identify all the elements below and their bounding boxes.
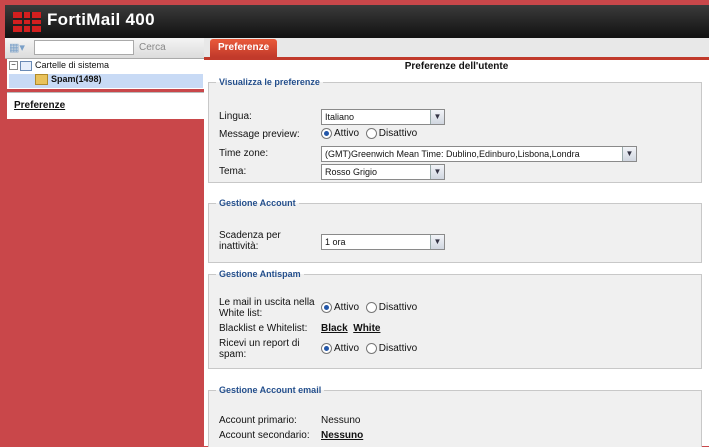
- primary-account-value: Nessuno: [321, 415, 361, 426]
- preview-off-radio[interactable]: [365, 128, 377, 139]
- radio-label: Attivo: [334, 128, 360, 140]
- report-off-radio[interactable]: [365, 343, 377, 354]
- theme-label: Tema:: [219, 166, 247, 177]
- language-label: Lingua:: [219, 111, 252, 122]
- folder-search-icon[interactable]: ▦▾: [9, 41, 25, 54]
- tree-item-label: Spam(1498): [51, 74, 102, 84]
- outgoing-whitelist-label: Le mail in uscita nella White list:: [219, 297, 315, 319]
- collapse-icon[interactable]: −: [9, 61, 18, 71]
- radio-label: Attivo: [334, 302, 360, 314]
- theme-value: Rosso Grigio: [325, 167, 378, 177]
- secondary-account-label: Account secondario:: [219, 430, 310, 441]
- search-button[interactable]: Cerca: [139, 42, 166, 53]
- outgoing-whitelist-radio-group: Attivo Disattivo: [321, 302, 417, 313]
- secondary-account-link[interactable]: Nessuno: [321, 430, 363, 441]
- outgoing-on-radio[interactable]: [321, 302, 332, 313]
- report-on-radio[interactable]: [321, 343, 332, 354]
- folder-tree: − Cartelle di sistema Spam(1498): [7, 59, 204, 89]
- app-header: FortiMail 400: [5, 5, 709, 39]
- preview-on-radio[interactable]: [321, 128, 332, 139]
- preview-label: Message preview:: [219, 129, 300, 140]
- chevron-down-icon: ▼: [430, 110, 444, 124]
- whitelist-link[interactable]: White: [353, 323, 380, 334]
- main-content: Preferenze Preferenze dell'utente Visual…: [204, 38, 709, 447]
- section-email-accounts: Gestione Account email Account primario:…: [208, 385, 702, 447]
- list-links: Black White: [321, 323, 380, 334]
- radio-label: Disattivo: [378, 302, 418, 314]
- preferences-link[interactable]: Preferenze: [14, 100, 65, 111]
- outgoing-off-radio[interactable]: [365, 302, 377, 313]
- section-antispam-management: Gestione Antispam Le mail in uscita nell…: [208, 269, 702, 369]
- black-white-list-label: Blacklist e Whitelist:: [219, 323, 308, 334]
- timeout-select[interactable]: 1 ora ▼: [321, 234, 445, 250]
- sidebar: ▦▾ Cerca − Cartelle di sistema Spam(1498)…: [5, 38, 204, 446]
- search-bar: ▦▾ Cerca: [5, 38, 204, 59]
- section-legend: Gestione Account: [219, 198, 296, 208]
- radio-label: Disattivo: [378, 343, 418, 355]
- spam-report-radio-group: Attivo Disattivo: [321, 343, 417, 354]
- spam-report-label: Ricevi un report di spam:: [219, 338, 300, 360]
- tab-preferences[interactable]: Preferenze: [210, 39, 278, 57]
- radio-label: Attivo: [334, 343, 360, 355]
- primary-account-label: Account primario:: [219, 415, 297, 426]
- page-title: Preferenze dell'utente: [404, 61, 509, 72]
- chevron-down-icon: ▼: [622, 147, 636, 161]
- section-display-preferences: Visualizza le preferenze Lingua: Italian…: [208, 77, 702, 183]
- search-input[interactable]: [34, 40, 134, 55]
- blacklist-link[interactable]: Black: [321, 323, 348, 334]
- section-account-management: Gestione Account Scadenza per inattività…: [208, 198, 702, 263]
- preferences-panel: Preferenze: [7, 92, 204, 119]
- tree-item-label: Cartelle di sistema: [35, 60, 110, 70]
- tab-bar: Preferenze: [204, 38, 709, 60]
- language-value: Italiano: [325, 112, 355, 122]
- timezone-label: Time zone:: [219, 148, 269, 159]
- fortinet-logo-icon: [13, 12, 41, 32]
- theme-select[interactable]: Rosso Grigio ▼: [321, 164, 445, 180]
- spam-folder-icon: [35, 74, 48, 86]
- section-legend: Gestione Antispam: [219, 269, 301, 279]
- preview-radio-group: Attivo Disattivo: [321, 128, 417, 139]
- tree-item-spam[interactable]: Spam(1498): [9, 74, 203, 88]
- timeout-value: 1 ora: [325, 237, 346, 247]
- section-legend: Visualizza le preferenze: [219, 77, 320, 87]
- chevron-down-icon: ▼: [430, 165, 444, 179]
- app-title: FortiMail 400: [47, 10, 155, 29]
- section-legend: Gestione Account email: [219, 385, 322, 395]
- folder-icon: [20, 60, 32, 71]
- timezone-select[interactable]: (GMT)Greenwich Mean Time: Dublino,Edinbu…: [321, 146, 637, 162]
- timezone-value: (GMT)Greenwich Mean Time: Dublino,Edinbu…: [325, 149, 580, 159]
- radio-label: Disattivo: [378, 128, 418, 140]
- chevron-down-icon: ▼: [430, 235, 444, 249]
- language-select[interactable]: Italiano ▼: [321, 109, 445, 125]
- tree-item-system-folders[interactable]: − Cartelle di sistema: [7, 60, 109, 74]
- timeout-label: Scadenza per inattività:: [219, 230, 281, 252]
